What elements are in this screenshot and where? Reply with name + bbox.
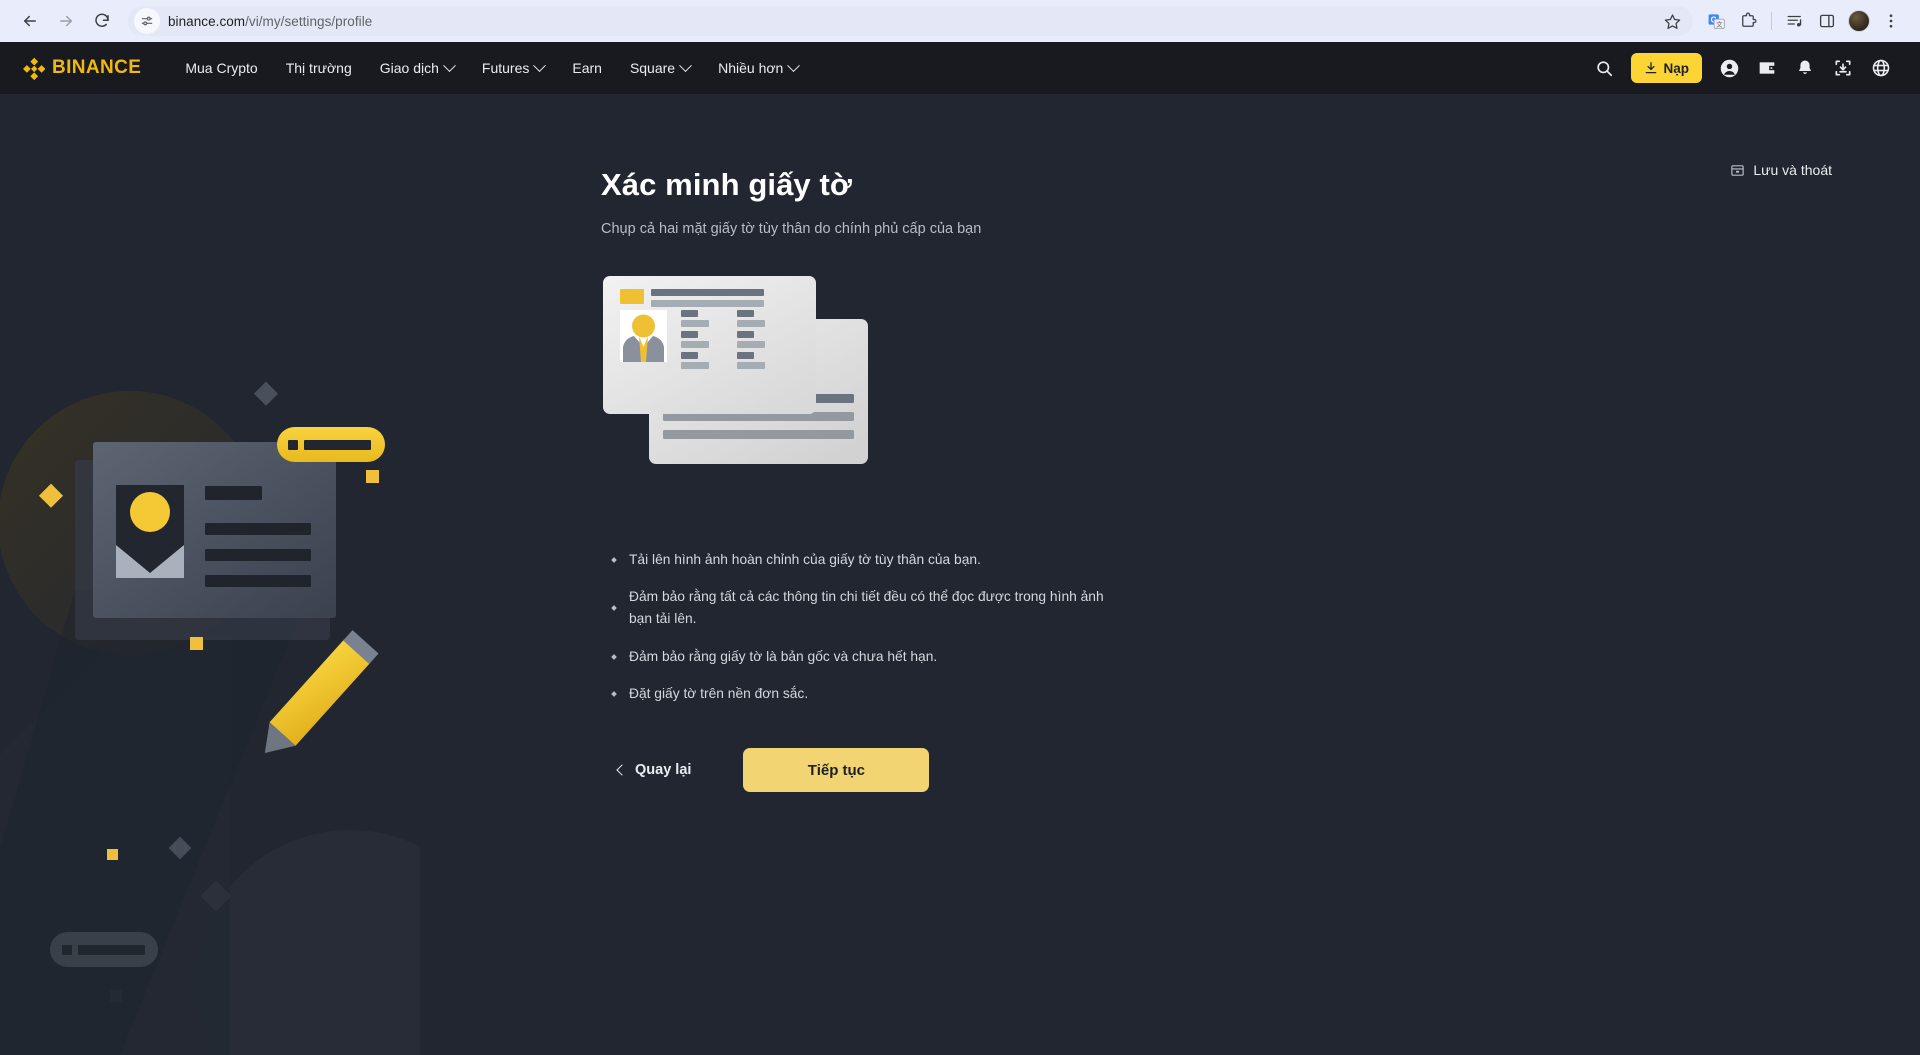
wallet-button[interactable]: [1750, 51, 1784, 85]
main-content: Xác minh giấy tờ Chụp cả hai mặt giấy tờ…: [0, 94, 1920, 792]
page-subtitle: Chụp cả hai mặt giấy tờ tùy thân do chín…: [601, 221, 1920, 237]
nav-item-square[interactable]: Square: [616, 54, 704, 82]
nav-item-thi-truong[interactable]: Thị trường: [272, 54, 366, 82]
browser-nav-buttons: [14, 5, 118, 37]
bell-icon: [1795, 58, 1815, 78]
url-domain: binance.com: [168, 14, 245, 29]
nav-item-label: Earn: [572, 60, 602, 76]
side-panel-icon: [1818, 12, 1836, 30]
instruction-item: Đặt giấy tờ trên nền đơn sắc.: [610, 683, 1110, 705]
globe-icon: [1871, 58, 1891, 78]
continue-button[interactable]: Tiếp tục: [743, 748, 929, 792]
download-app-button[interactable]: [1826, 51, 1860, 85]
translate-button[interactable]: G 文: [1701, 6, 1731, 36]
star-icon: [1664, 13, 1681, 30]
nav-item-label: Futures: [482, 60, 529, 76]
nav-item-earn[interactable]: Earn: [558, 54, 616, 82]
nav-item-nhieu-hon[interactable]: Nhiều hơn: [704, 54, 812, 82]
save-and-exit-label: Lưu và thoát: [1753, 162, 1832, 178]
action-buttons: Quay lại Tiếp tục: [612, 748, 1920, 792]
nav-item-label: Thị trường: [286, 60, 352, 76]
content-column: Xác minh giấy tờ Chụp cả hai mặt giấy tờ…: [0, 166, 1920, 792]
instruction-item: Đảm bảo rằng tất cả các thông tin chi ti…: [610, 586, 1110, 631]
deposit-label: Nạp: [1663, 61, 1689, 76]
extensions-puzzle-icon: [1739, 12, 1757, 30]
chrome-menu-button[interactable]: [1876, 6, 1906, 36]
bullet-marker-icon: [611, 691, 617, 697]
bookmark-button[interactable]: [1659, 8, 1685, 34]
page-title: Xác minh giấy tờ: [601, 166, 1920, 205]
download-app-icon: [1833, 58, 1853, 78]
instruction-text: Đảm bảo rằng giấy tờ là bản gốc và chưa …: [629, 646, 937, 668]
chevron-down-icon: [533, 59, 546, 72]
notifications-button[interactable]: [1788, 51, 1822, 85]
site-settings-button[interactable]: [134, 8, 160, 34]
chevron-down-icon: [679, 59, 692, 72]
chevron-down-icon: [787, 59, 800, 72]
url-text: binance.com/vi/my/settings/profile: [168, 14, 1659, 29]
chevron-down-icon: [443, 59, 456, 72]
bullet-marker-icon: [611, 606, 617, 612]
chevron-left-icon: [616, 765, 627, 776]
forward-button[interactable]: [50, 5, 82, 37]
bullet-marker-icon: [611, 557, 617, 563]
search-icon: [1595, 59, 1614, 78]
reload-button[interactable]: [86, 5, 118, 37]
nav-item-futures[interactable]: Futures: [468, 54, 558, 82]
bullet-marker-icon: [611, 654, 617, 660]
reading-list-icon: [1786, 12, 1804, 30]
browser-toolbar: binance.com/vi/my/settings/profile G 文: [0, 0, 1920, 42]
binance-logo-text: BINANCE: [52, 57, 141, 79]
search-button[interactable]: [1587, 51, 1621, 85]
site-settings-icon: [140, 14, 154, 28]
id-card-illustration: [601, 274, 931, 506]
reading-list-button[interactable]: [1780, 6, 1810, 36]
wallet-icon: [1757, 58, 1777, 78]
language-button[interactable]: [1864, 51, 1898, 85]
back-button[interactable]: Quay lại: [612, 752, 697, 788]
account-button[interactable]: [1712, 51, 1746, 85]
page-body: Lưu và thoát Xác minh giấy tờ Chụp cả ha…: [0, 94, 1920, 1055]
arrow-right-icon: [57, 12, 75, 30]
binance-top-nav: BINANCE Mua Crypto Thị trường Giao dịch …: [0, 42, 1920, 94]
nav-item-mua-crypto[interactable]: Mua Crypto: [171, 54, 271, 82]
svg-text:文: 文: [1716, 19, 1723, 28]
binance-logo[interactable]: BINANCE: [22, 57, 141, 80]
deposit-button[interactable]: Nạp: [1631, 53, 1702, 83]
arrow-left-icon: [21, 12, 39, 30]
nav-item-label: Nhiều hơn: [718, 60, 783, 76]
toolbar-divider: [1771, 12, 1772, 30]
nav-item-label: Giao dịch: [380, 60, 439, 76]
address-bar[interactable]: binance.com/vi/my/settings/profile: [128, 6, 1693, 36]
save-exit-icon: [1730, 163, 1745, 178]
nav-item-giao-dich[interactable]: Giao dịch: [366, 54, 468, 82]
google-translate-icon: G 文: [1707, 12, 1726, 31]
save-and-exit-button[interactable]: Lưu và thoát: [1730, 162, 1832, 178]
instruction-item: Đảm bảo rằng giấy tờ là bản gốc và chưa …: [610, 646, 1110, 668]
instruction-text: Đảm bảo rằng tất cả các thông tin chi ti…: [629, 586, 1110, 631]
nav-item-label: Mua Crypto: [185, 60, 257, 76]
back-button[interactable]: [14, 5, 46, 37]
browser-actions: G 文: [1701, 6, 1906, 36]
instructions-list: Tải lên hình ảnh hoàn chỉnh của giấy tờ …: [610, 549, 1110, 706]
nav-item-label: Square: [630, 60, 675, 76]
nav-menu: Mua Crypto Thị trường Giao dịch Futures …: [171, 54, 812, 82]
nav-actions: Nạp: [1587, 51, 1898, 85]
side-panel-button[interactable]: [1812, 6, 1842, 36]
instruction-text: Đặt giấy tờ trên nền đơn sắc.: [629, 683, 808, 705]
user-circle-icon: [1719, 58, 1740, 79]
back-button-label: Quay lại: [635, 762, 691, 778]
reload-icon: [93, 12, 111, 30]
url-path: /vi/my/settings/profile: [245, 14, 372, 29]
profile-button[interactable]: [1844, 6, 1874, 36]
instruction-text: Tải lên hình ảnh hoàn chỉnh của giấy tờ …: [629, 549, 981, 571]
extensions-button[interactable]: [1733, 6, 1763, 36]
three-dot-menu-icon: [1882, 12, 1900, 30]
profile-avatar: [1848, 10, 1870, 32]
download-icon: [1644, 61, 1658, 75]
binance-diamond-logo-icon: [22, 57, 45, 80]
instruction-item: Tải lên hình ảnh hoàn chỉnh của giấy tờ …: [610, 549, 1110, 571]
